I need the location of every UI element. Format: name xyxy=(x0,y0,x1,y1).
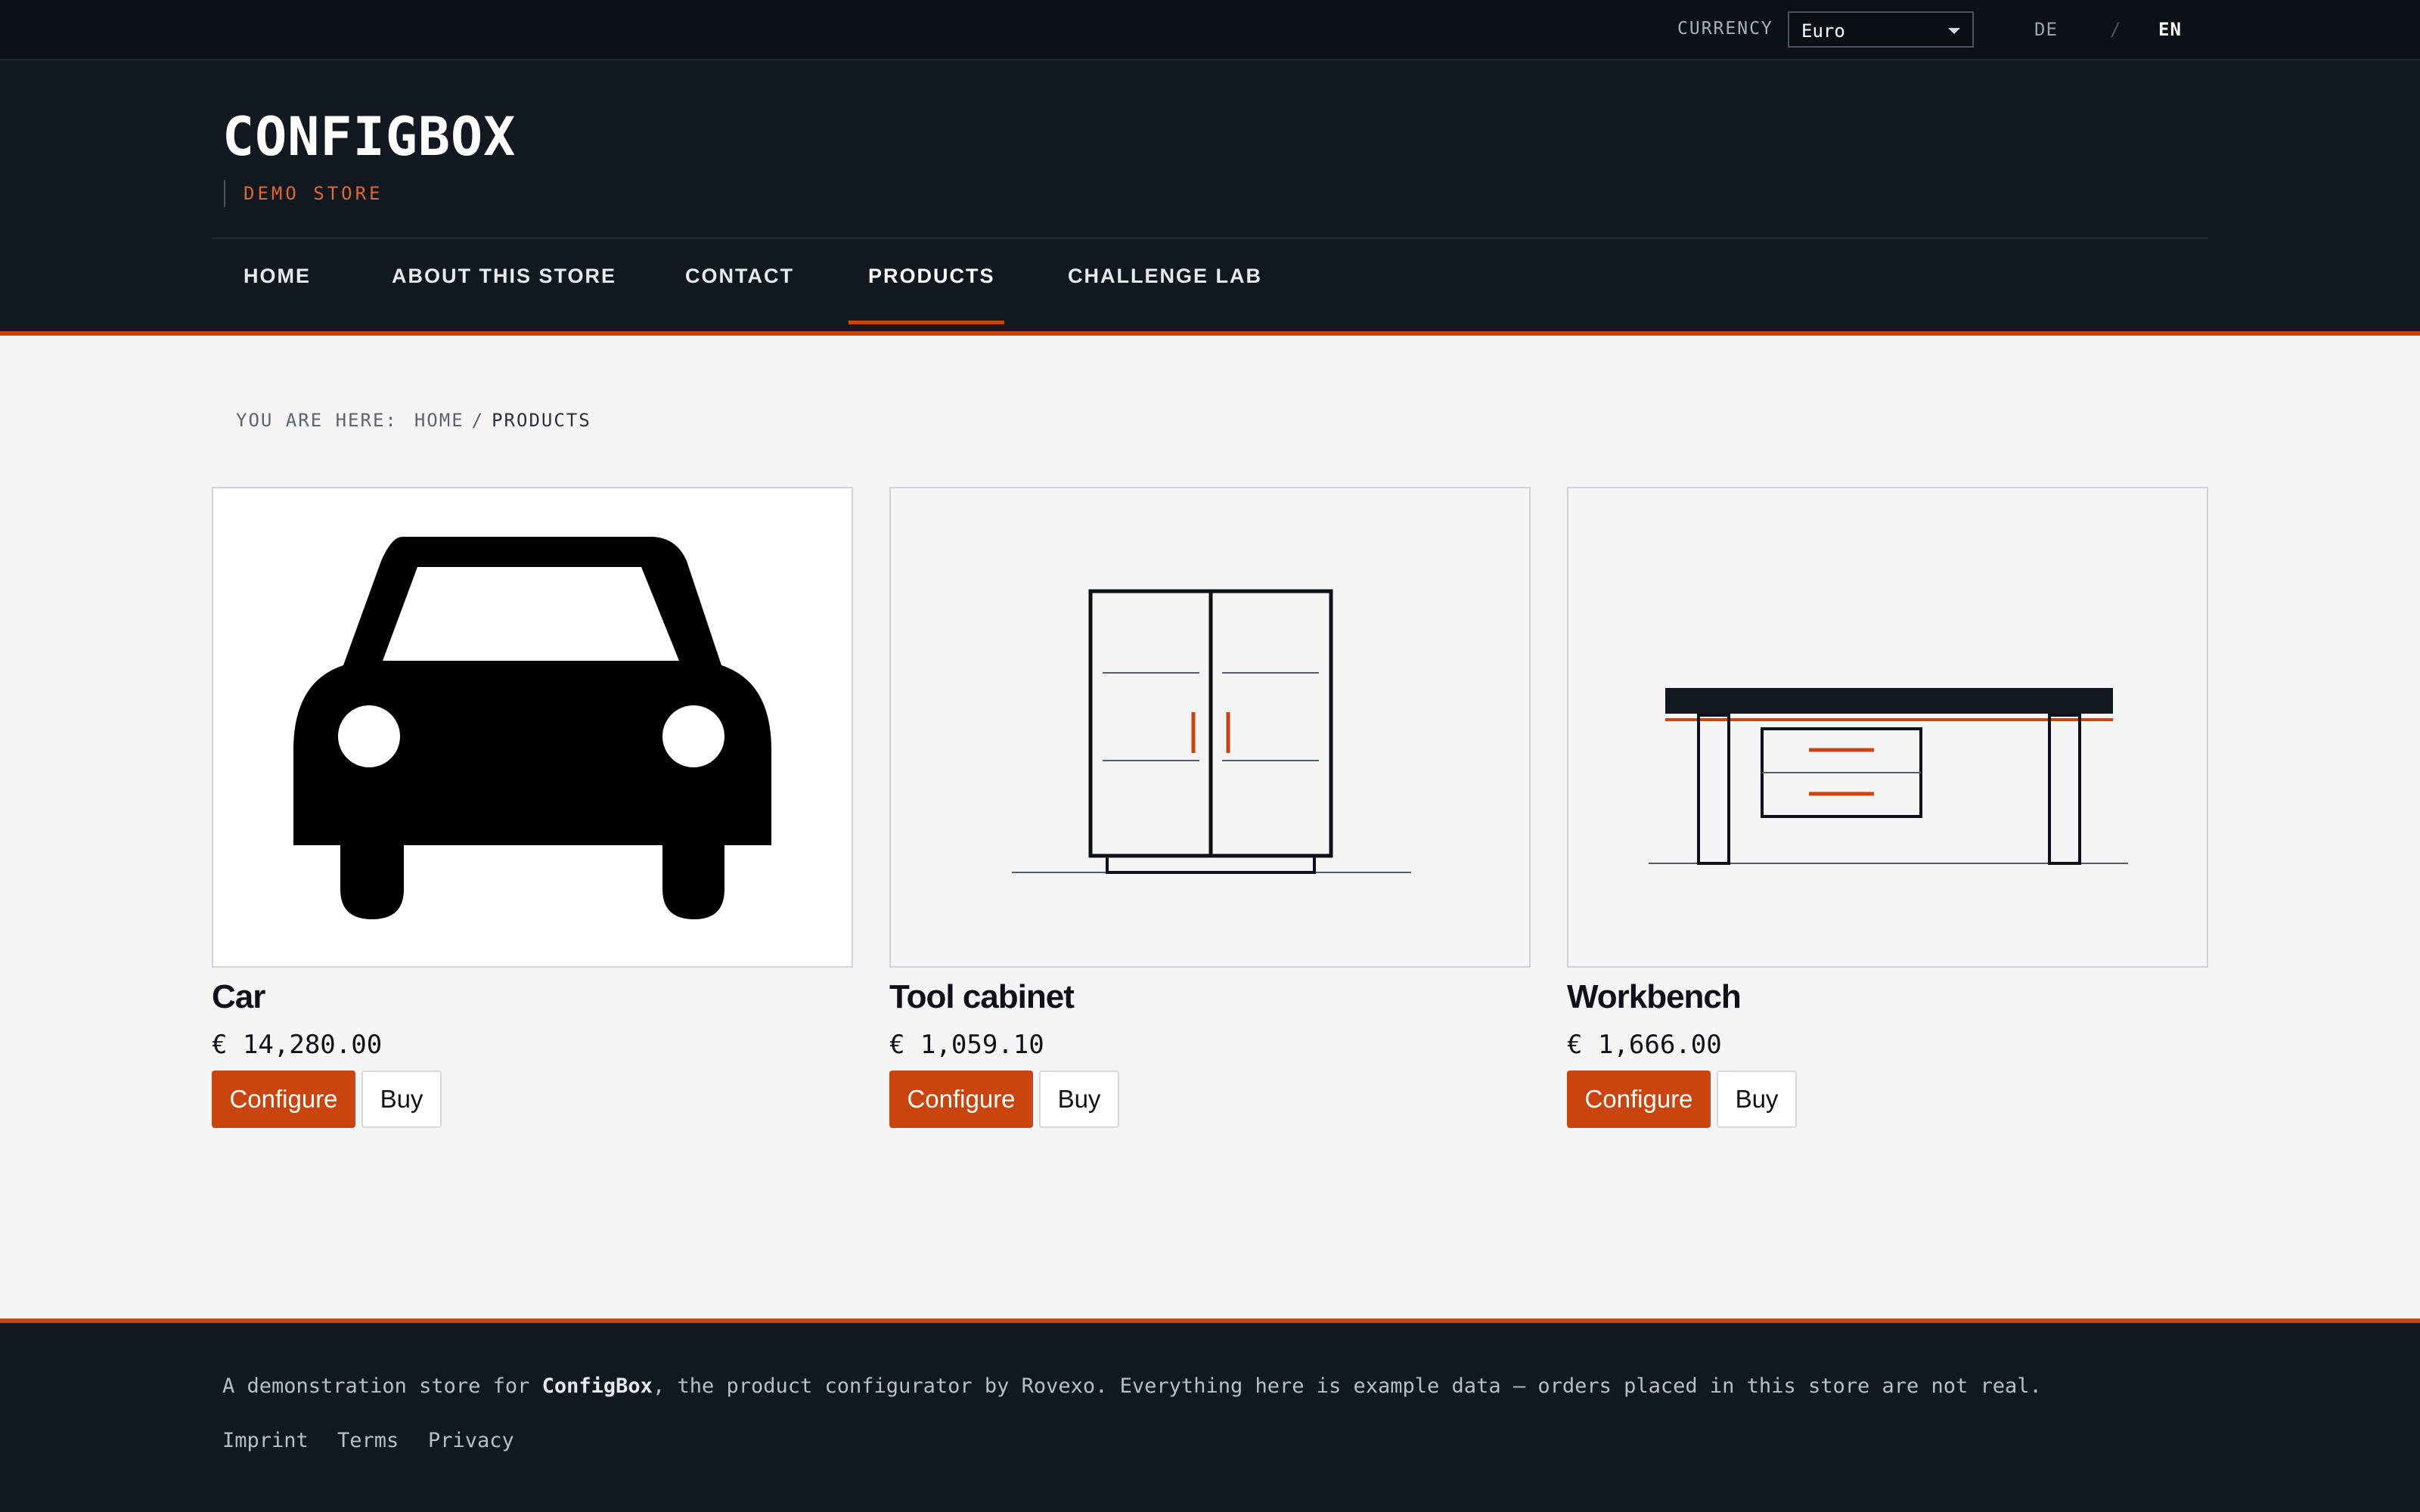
top-utility-bar: CURRENCY Euro DE / EN xyxy=(0,0,2420,60)
language-separator: / xyxy=(2110,19,2122,40)
product-name[interactable]: Workbench xyxy=(1567,978,1742,1016)
nav-item-contact[interactable]: CONTACT xyxy=(685,265,794,288)
currency-label: CURRENCY xyxy=(1677,19,1773,39)
product-image-car[interactable] xyxy=(212,487,853,968)
site-logo[interactable]: CONFIGBOX xyxy=(222,106,516,168)
breadcrumb-home-link[interactable]: HOME xyxy=(414,410,464,431)
nav-item-about[interactable]: ABOUT THIS STORE xyxy=(392,265,616,288)
footer-note-after: , the product configurator by Rovexo. Ev… xyxy=(652,1374,2042,1398)
site-footer: A demonstration store for ConfigBox, the… xyxy=(0,1318,2420,1512)
currency-select[interactable]: Euro xyxy=(1788,11,1974,48)
buy-button[interactable]: Buy xyxy=(1717,1070,1797,1128)
breadcrumb: YOU ARE HERE: HOME / PRODUCTS xyxy=(236,410,591,431)
footer-link-privacy[interactable]: Privacy xyxy=(428,1429,514,1452)
configure-button[interactable]: Configure xyxy=(1567,1070,1711,1128)
workbench-icon xyxy=(1649,688,2128,865)
breadcrumb-current: PRODUCTS xyxy=(492,410,591,431)
chevron-down-icon xyxy=(1948,28,1960,34)
product-image-tool-cabinet[interactable] xyxy=(889,487,1531,968)
footer-link-terms[interactable]: Terms xyxy=(337,1429,399,1452)
product-name[interactable]: Car xyxy=(212,978,265,1016)
product-card-tool-cabinet: Tool cabinet € 1,059.10 Configure Buy xyxy=(889,487,1531,1128)
product-card-car: Car € 14,280.00 Configure Buy xyxy=(212,487,853,1128)
cabinet-icon xyxy=(1012,589,1411,874)
configure-button[interactable]: Configure xyxy=(212,1070,355,1128)
product-name[interactable]: Tool cabinet xyxy=(889,978,1075,1016)
configure-button[interactable]: Configure xyxy=(889,1070,1033,1128)
breadcrumb-prefix: YOU ARE HERE: xyxy=(236,410,398,431)
footer-note-brand: ConfigBox xyxy=(541,1374,653,1398)
footer-note-before: A demonstration store for xyxy=(222,1374,542,1398)
site-header: CONFIGBOX DEMO STORE HOME ABOUT THIS STO… xyxy=(0,60,2420,336)
nav-active-indicator xyxy=(849,321,1004,324)
nav-divider xyxy=(212,237,2208,239)
site-tagline: DEMO STORE xyxy=(224,180,383,207)
product-price: € 14,280.00 xyxy=(212,1030,383,1060)
buy-button[interactable]: Buy xyxy=(361,1070,442,1128)
product-image-workbench[interactable] xyxy=(1567,487,2208,968)
buy-button[interactable]: Buy xyxy=(1039,1070,1119,1128)
product-card-workbench: Workbench € 1,666.00 Configure Buy xyxy=(1567,487,2208,1128)
footer-disclaimer: A demonstration store for ConfigBox, the… xyxy=(222,1374,2042,1398)
nav-item-products[interactable]: PRODUCTS xyxy=(868,265,995,288)
language-en-link[interactable]: EN xyxy=(2158,19,2182,40)
product-price: € 1,059.10 xyxy=(889,1030,1044,1060)
nav-item-home[interactable]: HOME xyxy=(244,265,311,288)
product-price: € 1,666.00 xyxy=(1567,1030,1722,1060)
car-icon xyxy=(293,537,771,919)
footer-link-imprint[interactable]: Imprint xyxy=(222,1429,309,1452)
breadcrumb-separator: / xyxy=(471,410,485,431)
currency-select-value: Euro xyxy=(1801,20,1845,42)
nav-item-challenge-lab[interactable]: CHALLENGE LAB xyxy=(1068,265,1262,288)
language-de-link[interactable]: DE xyxy=(2034,19,2058,40)
